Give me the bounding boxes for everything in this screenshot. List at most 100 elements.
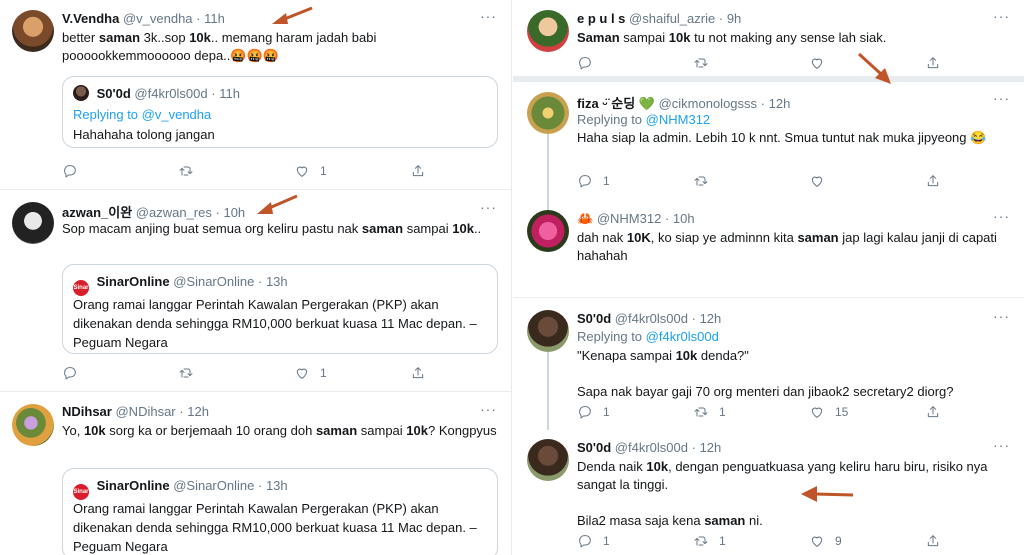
- timestamp[interactable]: 10h: [223, 205, 245, 220]
- tweet[interactable]: NDihsar @NDihsar · 12h ··· Yo, 10k sorg …: [0, 392, 511, 555]
- author-handle[interactable]: @NDihsar: [115, 404, 175, 419]
- retweet-icon: [178, 365, 194, 381]
- timestamp[interactable]: 11h: [204, 11, 225, 26]
- more-options-icon[interactable]: ···: [480, 8, 497, 24]
- more-options-icon[interactable]: ···: [480, 199, 497, 215]
- author-handle[interactable]: @NHM312: [597, 211, 662, 226]
- tweet[interactable]: fiza ᵕ̈ 순딩 💚 @cikmonologsss · 12h ··· Re…: [513, 88, 1024, 200]
- reply-button[interactable]: 1: [577, 404, 610, 420]
- avatar[interactable]: [12, 202, 54, 244]
- more-options-icon[interactable]: ···: [993, 308, 1010, 324]
- timestamp[interactable]: 9h: [727, 11, 741, 26]
- retweet-button[interactable]: 1: [693, 404, 726, 420]
- avatar[interactable]: [527, 310, 569, 352]
- annotation-arrow: [857, 52, 891, 84]
- author-name[interactable]: S0'0d: [577, 440, 611, 455]
- author-name[interactable]: 🦀: [577, 211, 593, 226]
- share-button[interactable]: [925, 55, 941, 71]
- author-handle[interactable]: @v_vendha: [123, 11, 193, 26]
- avatar[interactable]: [527, 92, 569, 134]
- avatar[interactable]: [527, 439, 569, 481]
- separator-dot: ·: [691, 440, 696, 455]
- tweet[interactable]: e p u l s @shaiful_azrie · 9h ··· Saman …: [513, 0, 1024, 84]
- author-name[interactable]: V.Vendha: [62, 11, 119, 26]
- quote-text: Orang ramai langgar Perintah Kawalan Per…: [73, 501, 477, 554]
- tweet[interactable]: S0'0d @f4kr0ls00d · 12h ··· Denda naik 1…: [513, 433, 1024, 555]
- tweet-text: Saman sampai 10k tu not making any sense…: [577, 30, 887, 45]
- share-button[interactable]: [925, 173, 941, 189]
- like-button[interactable]: [809, 173, 825, 189]
- author-handle[interactable]: @cikmonologsss: [659, 96, 757, 111]
- author-name[interactable]: fiza ᵕ̈ 순딩 💚: [577, 96, 655, 111]
- more-options-icon[interactable]: ···: [993, 90, 1010, 106]
- like-button[interactable]: 1: [294, 365, 327, 381]
- author-name[interactable]: e p u l s: [577, 11, 625, 26]
- author-handle[interactable]: @f4kr0ls00d: [615, 440, 688, 455]
- retweet-button[interactable]: [178, 163, 194, 179]
- like-button[interactable]: 9: [809, 533, 842, 549]
- replying-to-link[interactable]: @v_vendha: [142, 107, 212, 122]
- share-icon: [410, 365, 426, 381]
- separator-dot: ·: [760, 96, 765, 111]
- quoted-tweet[interactable]: Sinar SinarOnline @SinarOnline · 13h Ora…: [62, 264, 498, 354]
- more-options-icon[interactable]: ···: [993, 437, 1010, 453]
- avatar[interactable]: [527, 210, 569, 252]
- like-button[interactable]: [809, 55, 825, 71]
- timestamp[interactable]: 12h: [700, 440, 722, 455]
- tweet-text: Haha siap la admin. Lebih 10 k nnt. Smua…: [577, 130, 987, 145]
- retweet-button[interactable]: [693, 55, 709, 71]
- like-button[interactable]: 15: [809, 404, 848, 420]
- tweet[interactable]: azwan_이완 @azwan_res · 10h ··· Sop macam …: [0, 190, 511, 392]
- tweet[interactable]: S0'0d @f4kr0ls00d · 12h ··· Replying to …: [513, 298, 1024, 433]
- share-button[interactable]: [410, 365, 426, 381]
- reply-icon: [577, 55, 593, 71]
- timestamp[interactable]: 12h: [187, 404, 209, 419]
- reply-button[interactable]: 1: [577, 533, 610, 549]
- timestamp[interactable]: 12h: [700, 311, 722, 326]
- avatar[interactable]: [527, 10, 569, 52]
- retweet-button[interactable]: 1: [693, 533, 726, 549]
- avatar[interactable]: [12, 10, 54, 52]
- replying-to-link[interactable]: @NHM312: [646, 112, 711, 127]
- author-handle[interactable]: @f4kr0ls00d: [615, 311, 688, 326]
- retweet-button[interactable]: [693, 173, 709, 189]
- avatar[interactable]: [12, 404, 54, 446]
- share-icon: [925, 404, 941, 420]
- tweet-text: Yo, 10k sorg ka or berjemaah 10 orang do…: [62, 423, 497, 438]
- more-options-icon[interactable]: ···: [993, 208, 1010, 224]
- like-icon: [809, 173, 825, 189]
- tweet-text: "Kenapa sampai 10k denda?" Sapa nak bayar…: [577, 348, 954, 399]
- annotation-arrow: [801, 486, 854, 502]
- quote-text: Hahahaha tolong jangan: [73, 127, 215, 142]
- quoted-tweet[interactable]: Sinar SinarOnline @SinarOnline · 13h Ora…: [62, 468, 498, 555]
- more-options-icon[interactable]: ···: [993, 8, 1010, 24]
- reply-button[interactable]: [62, 163, 78, 179]
- reply-button[interactable]: [62, 365, 78, 381]
- author-name[interactable]: NDihsar: [62, 404, 112, 419]
- tweet[interactable]: 🦀 @NHM312 · 10h ··· dah nak 10K, ko siap…: [513, 200, 1024, 298]
- reply-icon: [62, 163, 78, 179]
- replying-to-prefix: Replying to: [577, 112, 646, 127]
- quote-author-name: S0'0d: [96, 86, 131, 101]
- quoted-tweet[interactable]: S0'0d @f4kr0ls00d · 11h Replying to @v_v…: [62, 76, 498, 148]
- reply-button[interactable]: 1: [577, 173, 610, 189]
- timestamp[interactable]: 12h: [769, 96, 791, 111]
- share-button[interactable]: [410, 163, 426, 179]
- tweet[interactable]: V.Vendha @v_vendha · 11h ··· better sama…: [0, 0, 511, 190]
- author-handle[interactable]: @azwan_res: [136, 205, 212, 220]
- replying-to: Replying to @f4kr0ls00d: [577, 328, 719, 346]
- tweet-text: better saman 3k..sop 10k.. memang haram …: [62, 30, 377, 63]
- separator-dot: ·: [718, 11, 724, 26]
- timestamp[interactable]: 10h: [673, 211, 695, 226]
- reply-button[interactable]: [577, 55, 593, 71]
- author-handle[interactable]: @shaiful_azrie: [629, 11, 715, 26]
- more-options-icon[interactable]: ···: [480, 401, 497, 417]
- like-button[interactable]: 1: [294, 163, 327, 179]
- share-button[interactable]: [925, 404, 941, 420]
- retweet-button[interactable]: [178, 365, 194, 381]
- author-name[interactable]: S0'0d: [577, 311, 611, 326]
- replying-to-link[interactable]: @f4kr0ls00d: [646, 329, 719, 344]
- separator-dot: ·: [215, 205, 220, 220]
- author-name[interactable]: azwan_이완: [62, 205, 132, 220]
- share-button[interactable]: [925, 533, 941, 549]
